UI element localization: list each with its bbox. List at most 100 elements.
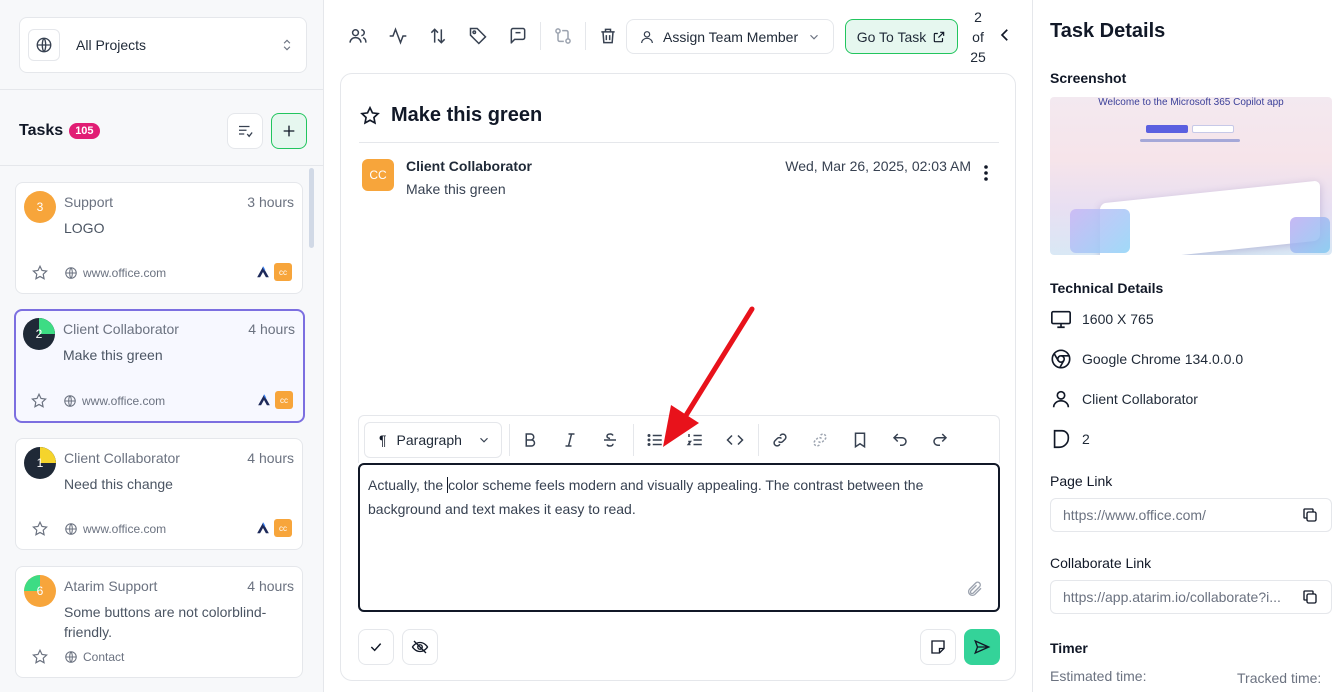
undo-icon[interactable]	[889, 429, 911, 451]
task-text: Make this green	[63, 347, 163, 363]
chevron-updown-icon	[280, 38, 294, 52]
send-button[interactable]	[964, 629, 1000, 665]
task-text: LOGO	[64, 220, 105, 236]
sticky-note-button[interactable]	[920, 629, 956, 665]
task-number-badge: 1	[24, 447, 56, 479]
monitor-icon	[1051, 310, 1071, 329]
divider	[0, 89, 323, 90]
comment-editor[interactable]: Actually, the color scheme feels modern …	[358, 463, 1000, 612]
atarim-logo-icon	[257, 266, 269, 278]
star-icon[interactable]	[31, 520, 49, 538]
send-icon	[974, 639, 991, 655]
sort-list-icon	[239, 125, 253, 138]
page-link-heading: Page Link	[1050, 473, 1113, 489]
bookmark-icon[interactable]	[849, 429, 871, 451]
task-number-badge: 2	[23, 318, 55, 350]
user-icon	[641, 30, 653, 43]
task-details-panel: Task Details Screenshot Welcome to the M…	[1032, 0, 1336, 692]
star-icon	[360, 105, 380, 125]
task-card[interactable]: 3 Support 3 hours LOGO www.office.com cc	[15, 182, 303, 294]
task-time: 4 hours	[247, 450, 294, 466]
git-compare-icon[interactable]	[551, 24, 575, 48]
paperclip-icon[interactable]	[966, 580, 984, 598]
task-time: 3 hours	[247, 194, 294, 210]
block-type-select[interactable]: ¶ Paragraph	[364, 422, 502, 458]
pilcrow-icon: ¶	[379, 432, 387, 448]
tasks-count-badge: 105	[69, 123, 100, 139]
check-icon	[370, 643, 382, 652]
task-author: Client Collaborator	[63, 321, 179, 337]
atarim-logo-icon	[257, 522, 269, 534]
details-title: Task Details	[1050, 20, 1166, 42]
task-number-row: 2	[1050, 428, 1090, 450]
complete-button[interactable]	[358, 629, 394, 665]
italic-icon[interactable]	[559, 429, 581, 451]
chrome-icon	[1051, 349, 1071, 369]
trash-icon[interactable]	[596, 24, 620, 48]
avatar: cc	[274, 263, 292, 281]
avatar: CC	[362, 159, 394, 191]
divider	[633, 424, 634, 456]
star-icon[interactable]	[31, 648, 49, 666]
task-time: 4 hours	[248, 321, 295, 337]
sort-arrows-icon[interactable]	[426, 24, 450, 48]
redo-icon[interactable]	[929, 429, 951, 451]
external-link-icon	[934, 31, 945, 42]
user-icon	[1052, 390, 1070, 408]
tag-icon[interactable]	[466, 24, 490, 48]
avatar: cc	[275, 391, 293, 409]
sticky-note-icon	[931, 640, 945, 654]
activity-icon[interactable]	[386, 24, 410, 48]
tracked-time-label: Tracked time:	[1237, 670, 1322, 686]
task-card[interactable]: 1 Client Collaborator 4 hours Need this …	[15, 438, 303, 550]
unlink-icon[interactable]	[809, 429, 831, 451]
chevron-down-icon	[810, 34, 818, 40]
screenshot-heading: Screenshot	[1050, 70, 1127, 86]
add-task-button[interactable]	[271, 113, 307, 149]
task-pager: 2 of 25	[970, 9, 986, 65]
eye-off-icon	[411, 640, 429, 654]
strikethrough-icon[interactable]	[599, 429, 621, 451]
assign-team-member-select[interactable]: Assign Team Member	[626, 19, 834, 54]
task-title: Make this green	[359, 104, 542, 127]
task-number-badge: 6	[24, 575, 56, 607]
link-icon[interactable]	[769, 429, 791, 451]
user-row: Client Collaborator	[1050, 388, 1198, 410]
task-card[interactable]: 6 Atarim Support 4 hours Some buttons ar…	[15, 566, 303, 678]
globe-icon	[64, 395, 76, 407]
globe-icon	[65, 267, 77, 279]
sidebar: All Projects Tasks 105 3 Support 3 hours…	[0, 0, 324, 692]
comment-text: Make this green	[406, 181, 506, 197]
tag-shape-icon	[1053, 429, 1070, 449]
star-icon[interactable]	[30, 392, 48, 410]
task-author: Support	[64, 194, 114, 210]
hide-button[interactable]	[402, 629, 438, 665]
task-site: www.office.com	[64, 522, 166, 536]
estimated-time-label: Estimated time:	[1050, 668, 1147, 684]
users-icon[interactable]	[346, 24, 370, 48]
task-assignees: cc	[256, 263, 292, 281]
copy-icon	[1303, 508, 1317, 522]
page-link-field[interactable]: https://www.office.com/	[1050, 498, 1332, 532]
sort-button[interactable]	[227, 113, 263, 149]
globe-icon	[65, 651, 77, 663]
technical-details-heading: Technical Details	[1050, 280, 1164, 296]
task-text: Need this change	[64, 476, 173, 492]
scrollbar[interactable]	[309, 168, 314, 248]
screenshot-thumbnail[interactable]: Welcome to the Microsoft 365 Copilot app	[1050, 97, 1332, 255]
flag-message-icon[interactable]	[506, 24, 530, 48]
bold-icon[interactable]	[519, 429, 541, 451]
resolution-row: 1600 X 765	[1050, 308, 1154, 330]
collaborate-link-field[interactable]: https://app.atarim.io/collaborate?i...	[1050, 580, 1332, 614]
project-select-label: All Projects	[76, 37, 147, 53]
task-card-selected[interactable]: 2 Client Collaborator 4 hours Make this …	[14, 309, 305, 423]
go-to-task-button[interactable]: Go To Task	[845, 19, 958, 54]
project-select[interactable]: All Projects	[19, 17, 307, 73]
chevron-left-icon[interactable]	[996, 26, 1014, 44]
divider	[359, 142, 999, 143]
collaborate-link-heading: Collaborate Link	[1050, 555, 1152, 571]
more-vertical-icon[interactable]	[983, 164, 989, 182]
plus-icon	[283, 125, 295, 137]
task-author: Client Collaborator	[64, 450, 180, 466]
star-icon[interactable]	[31, 264, 49, 282]
